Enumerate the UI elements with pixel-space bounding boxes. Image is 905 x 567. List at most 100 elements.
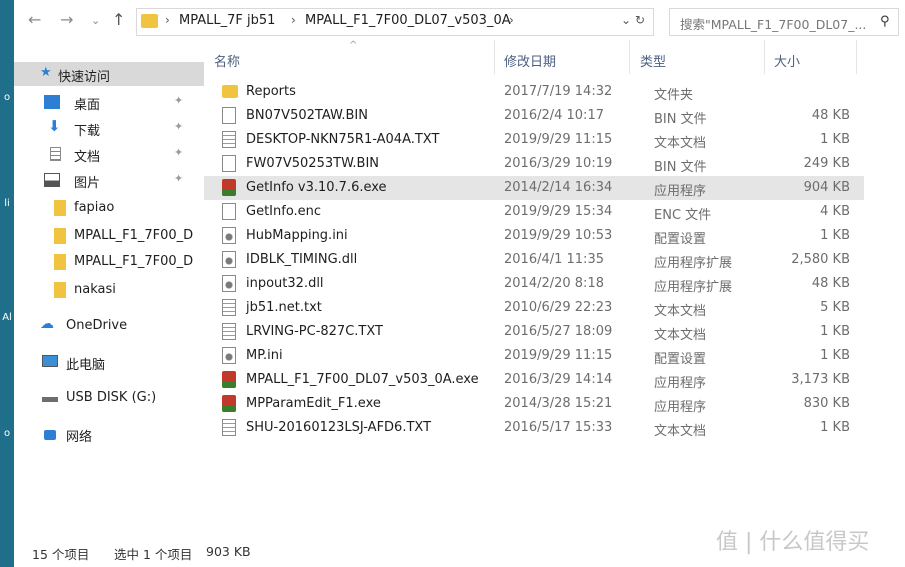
file-size: 1 KB: [820, 132, 850, 147]
file-row[interactable]: GetInfo.enc 2019/9/29 15:34 ENC 文件 4 KB: [204, 200, 864, 224]
file-name: MP.ini: [246, 348, 283, 363]
nav-item-folder[interactable]: MPALL_F1_7F00_D: [14, 250, 204, 274]
refresh-icon[interactable]: ↻: [635, 13, 645, 27]
breadcrumb-separator-icon[interactable]: ›: [291, 13, 296, 27]
nav-item-label: USB DISK (G:): [66, 390, 157, 405]
nav-item-folder[interactable]: MPALL_F1_7F00_D: [14, 224, 204, 248]
file-icon: [222, 107, 236, 124]
file-type: 应用程序: [654, 184, 707, 199]
text-file-icon: [222, 323, 236, 340]
text-file-icon: [222, 299, 236, 316]
search-box[interactable]: 搜索"MPALL_F1_7F00_DL07_... ⚲: [669, 8, 899, 36]
back-arrow-icon[interactable]: ←: [28, 10, 41, 29]
column-divider[interactable]: [629, 40, 630, 74]
file-name: SHU-20160123LSJ-AFD6.TXT: [246, 420, 432, 435]
file-date: 2014/2/20 8:18: [504, 276, 604, 291]
file-row[interactable]: FW07V50253TW.BIN 2016/3/29 10:19 BIN 文件 …: [204, 152, 864, 176]
folder-icon: [54, 228, 66, 244]
search-input[interactable]: 搜索"MPALL_F1_7F00_DL07_...: [680, 14, 866, 33]
column-header-date[interactable]: 修改日期: [504, 51, 556, 70]
nav-item-documents[interactable]: 文档 ✦: [14, 142, 204, 166]
pin-icon[interactable]: ✦: [174, 120, 183, 133]
file-size: 1 KB: [820, 348, 850, 363]
nav-item-folder[interactable]: fapiao: [14, 196, 204, 220]
file-type: 应用程序扩展: [654, 280, 733, 295]
desktop-edge: o li Al o: [0, 0, 14, 567]
file-row[interactable]: jb51.net.txt 2010/6/29 22:23 文本文档 5 KB: [204, 296, 864, 320]
breadcrumb-item[interactable]: MPALL_F1_7F00_DL07_v503_0A: [305, 13, 511, 28]
forward-arrow-icon[interactable]: →: [60, 10, 73, 29]
pin-icon[interactable]: ✦: [174, 172, 183, 185]
file-type: 文本文档: [654, 328, 707, 343]
nav-item-pictures[interactable]: 图片 ✦: [14, 168, 204, 192]
file-name: inpout32.dll: [246, 276, 324, 291]
column-divider[interactable]: [764, 40, 765, 74]
nav-item-network[interactable]: 网络: [14, 422, 204, 446]
path-dropdown-chevron-icon[interactable]: ⌄: [621, 13, 631, 27]
file-row[interactable]: MPParamEdit_F1.exe 2014/3/28 15:21 应用程序 …: [204, 392, 864, 416]
file-size: 1 KB: [820, 324, 850, 339]
file-name: FW07V50253TW.BIN: [246, 156, 380, 171]
file-type: 配置设置: [654, 232, 707, 247]
file-row[interactable]: IDBLK_TIMING.dll 2016/4/1 11:35 应用程序扩展 2…: [204, 248, 864, 272]
file-date: 2019/9/29 11:15: [504, 348, 613, 363]
file-row[interactable]: LRVING-PC-827C.TXT 2016/5/27 18:09 文本文档 …: [204, 320, 864, 344]
navigation-pane: ★ 快速访问 桌面 ✦ ⬇ 下载 ✦ 文档 ✦ 图片 ✦ fapiao MPAL…: [14, 40, 204, 530]
breadcrumb-item[interactable]: MPALL_7F jb51: [179, 13, 275, 28]
nav-item-onedrive[interactable]: ☁ OneDrive: [14, 314, 204, 338]
pin-icon[interactable]: ✦: [174, 146, 183, 159]
file-row[interactable]: inpout32.dll 2014/2/20 8:18 应用程序扩展 48 KB: [204, 272, 864, 296]
column-header-name[interactable]: 名称: [214, 51, 240, 70]
file-size: 3,173 KB: [791, 372, 850, 387]
column-header-type[interactable]: 类型: [640, 51, 666, 70]
file-row[interactable]: HubMapping.ini 2019/9/29 10:53 配置设置 1 KB: [204, 224, 864, 248]
file-size: 5 KB: [820, 300, 850, 315]
breadcrumb-separator-icon[interactable]: ›: [509, 13, 514, 27]
folder-icon: [54, 282, 66, 298]
file-row[interactable]: Reports 2017/7/19 14:32 文件夹: [204, 80, 864, 104]
file-name: GetInfo.enc: [246, 204, 322, 219]
column-divider[interactable]: [494, 40, 495, 74]
file-size: 48 KB: [811, 108, 850, 123]
file-size: 1 KB: [820, 228, 850, 243]
edge-mark: o: [3, 428, 11, 439]
column-divider[interactable]: [856, 40, 857, 74]
search-icon[interactable]: ⚲: [880, 14, 890, 29]
file-row[interactable]: SHU-20160123LSJ-AFD6.TXT 2016/5/17 15:33…: [204, 416, 864, 440]
file-row[interactable]: MP.ini 2019/9/29 11:15 配置设置 1 KB: [204, 344, 864, 368]
download-icon: ⬇: [48, 117, 61, 135]
application-icon: [222, 179, 236, 196]
nav-item-quick-access[interactable]: ★ 快速访问: [14, 62, 204, 86]
file-row[interactable]: DESKTOP-NKN75R1-A04A.TXT 2019/9/29 11:15…: [204, 128, 864, 152]
path-box[interactable]: › MPALL_7F jb51 › MPALL_F1_7F00_DL07_v50…: [136, 8, 654, 36]
nav-item-label: 文档: [74, 150, 101, 165]
file-date: 2016/3/29 10:19: [504, 156, 613, 171]
file-date: 2014/2/14 16:34: [504, 180, 613, 195]
nav-item-this-pc[interactable]: 此电脑: [14, 350, 204, 374]
usb-drive-icon: [42, 397, 58, 402]
file-size: 1 KB: [820, 420, 850, 435]
file-row-selected[interactable]: GetInfo v3.10.7.6.exe 2014/2/14 16:34 应用…: [204, 176, 864, 200]
nav-item-folder[interactable]: nakasi: [14, 278, 204, 302]
file-type: 应用程序扩展: [654, 256, 733, 271]
column-header-size[interactable]: 大小: [774, 51, 800, 70]
up-arrow-icon[interactable]: ↑: [112, 10, 125, 29]
file-name: jb51.net.txt: [246, 300, 322, 315]
file-row[interactable]: BN07V502TAW.BIN 2016/2/4 10:17 BIN 文件 48…: [204, 104, 864, 128]
edge-mark: Al: [2, 312, 12, 323]
nav-item-usb-disk[interactable]: USB DISK (G:): [14, 386, 204, 410]
config-file-icon: [222, 347, 236, 364]
breadcrumb-separator-icon[interactable]: ›: [165, 13, 170, 27]
nav-item-desktop[interactable]: 桌面 ✦: [14, 90, 204, 114]
file-date: 2016/5/27 18:09: [504, 324, 613, 339]
file-row[interactable]: MPALL_F1_7F00_DL07_v503_0A.exe 2016/3/29…: [204, 368, 864, 392]
file-name: GetInfo v3.10.7.6.exe: [246, 180, 387, 195]
file-name: MPALL_F1_7F00_DL07_v503_0A.exe: [246, 372, 479, 387]
file-type: 文件夹: [654, 88, 694, 103]
file-name: HubMapping.ini: [246, 228, 348, 243]
recent-dropdown-chevron-icon[interactable]: ⌄: [91, 14, 100, 27]
nav-item-downloads[interactable]: ⬇ 下载 ✦: [14, 116, 204, 140]
file-name: BN07V502TAW.BIN: [246, 108, 368, 123]
pin-icon[interactable]: ✦: [174, 94, 183, 107]
nav-item-label: MPALL_F1_7F00_D: [74, 254, 194, 269]
